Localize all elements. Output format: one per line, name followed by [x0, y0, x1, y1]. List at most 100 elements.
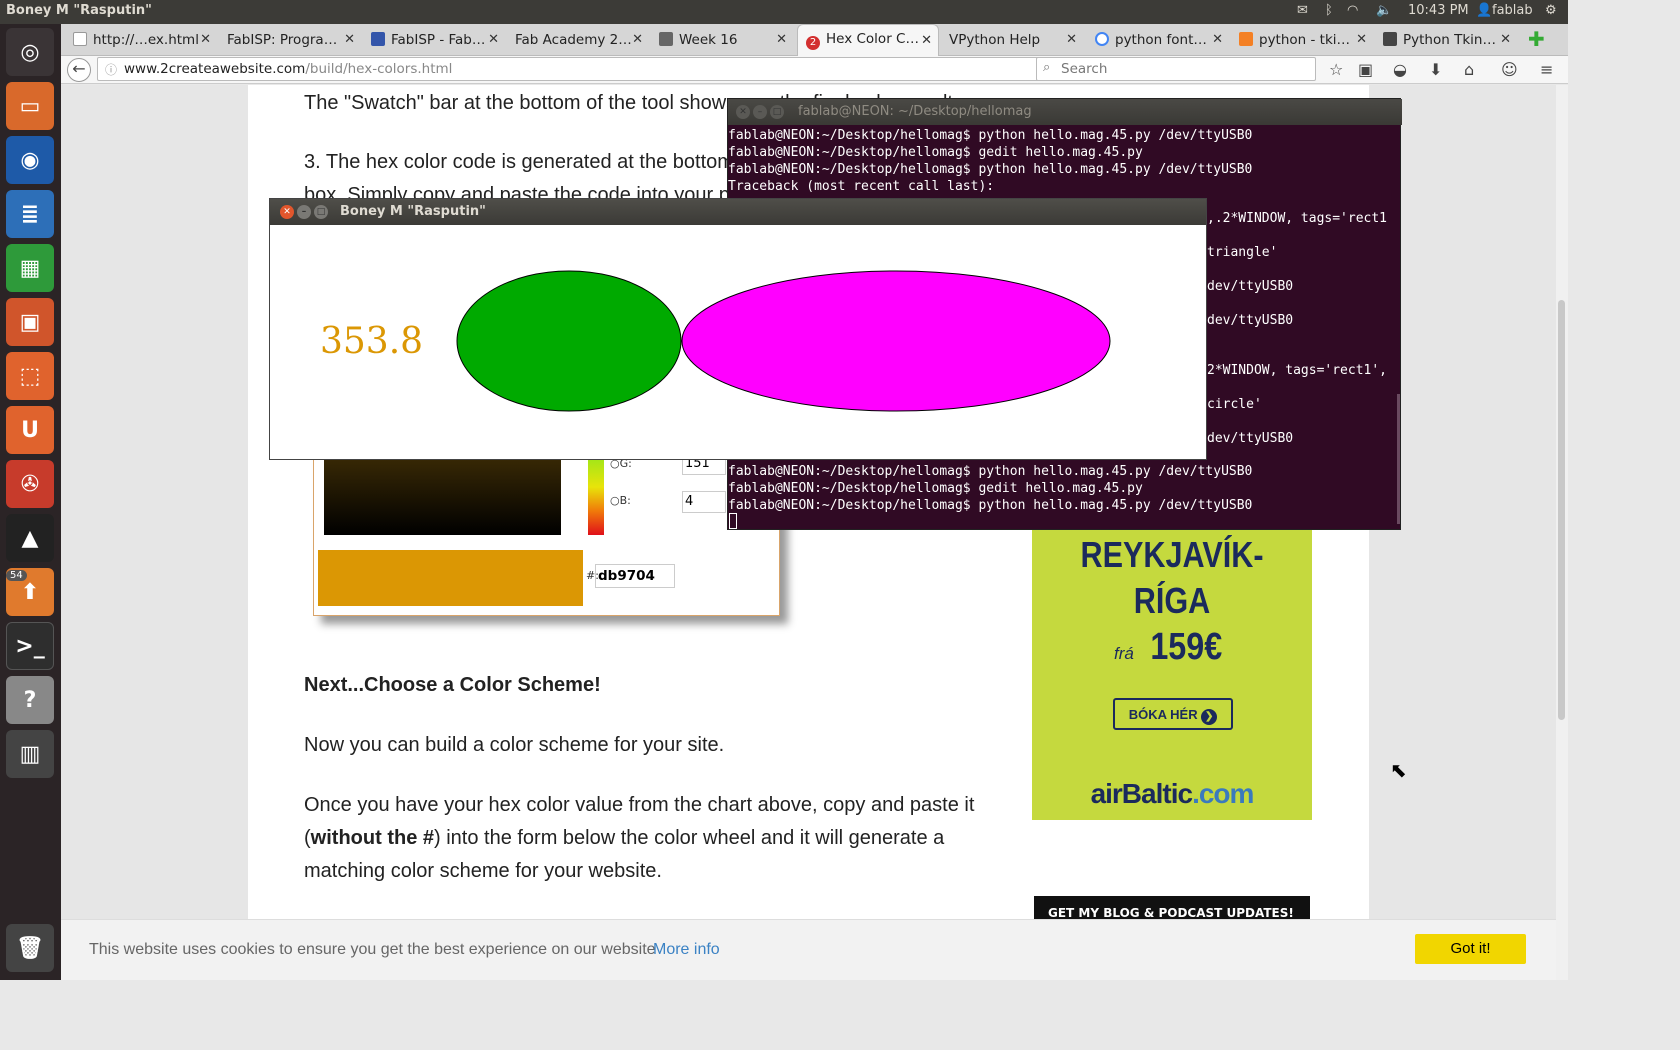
close-icon[interactable]: ✕: [344, 32, 355, 47]
close-icon[interactable]: ✕: [736, 105, 750, 119]
url-bar[interactable]: ⓘ www.2createawebsite.com/build/hex-colo…: [97, 57, 1093, 81]
home-icon[interactable]: ⌂: [1464, 60, 1474, 79]
bluetooth-icon[interactable]: ᛒ: [1325, 3, 1333, 18]
close-icon[interactable]: ✕: [632, 32, 643, 47]
grid-icon: [371, 32, 385, 46]
firefox-icon[interactable]: ◉: [6, 136, 54, 184]
blog-updates-bar[interactable]: GET MY BLOG & PODCAST UPDATES!: [1034, 896, 1310, 920]
terminal-line: dev/ttyUSB0: [1207, 313, 1294, 328]
terminal-line: dev/ttyUSB0: [1207, 279, 1294, 294]
bookmark-star-icon[interactable]: ☆: [1329, 60, 1343, 79]
b-value-field[interactable]: 4: [682, 491, 726, 513]
clock[interactable]: 10:43 PM: [1408, 3, 1469, 18]
b-radio[interactable]: ○B:: [610, 494, 631, 507]
updater-badge: 54: [6, 570, 27, 581]
minimize-icon[interactable]: –: [753, 105, 767, 119]
scroll-thumb[interactable]: [1558, 300, 1565, 720]
tab-4[interactable]: Fab Academy 2… ✕: [507, 24, 649, 56]
minimize-icon[interactable]: –: [297, 205, 311, 219]
gear-icon[interactable]: ⚙: [1545, 3, 1557, 18]
tab-label: python font…: [1115, 32, 1207, 48]
para-build-scheme: Now you can build a color scheme for you…: [304, 734, 725, 756]
tab-2[interactable]: FabISP: Progra… ✕: [219, 24, 361, 56]
tab-label: FabISP: Progra…: [227, 32, 338, 48]
color-gradient-square[interactable]: [324, 455, 561, 535]
terminal-title: fablab@NEON: ~/Desktop/hellomag: [798, 104, 1032, 119]
terminal-icon[interactable]: >_: [6, 622, 54, 670]
para-once-3: matching color scheme for your website.: [304, 860, 662, 882]
airbaltic-ad[interactable]: REYKJAVÍK- RÍGA frá 159€ BÓKA HÉR ❯ airB…: [1032, 528, 1312, 820]
b-label: B:: [619, 494, 631, 507]
system-settings-icon[interactable]: ✇: [6, 460, 54, 508]
ad-brand-tld: .com: [1192, 778, 1254, 809]
user-icon[interactable]: 👤: [1476, 3, 1492, 18]
terminal-line: fablab@NEON:~/Desktop/hellomag$ python h…: [728, 162, 1253, 177]
launcher: ◎ ▭ ◉ ≣ ▦ ▣ ⬚ U ✇ ▲ ⬆ 54 >_ ? ▥ 🗑: [0, 24, 61, 980]
maximize-icon[interactable]: □: [770, 105, 784, 119]
hex-field[interactable]: db9704: [595, 564, 675, 588]
terminal-scrollbar[interactable]: [1397, 394, 1400, 524]
bookmarks-menu-icon[interactable]: ▣: [1358, 60, 1373, 79]
terminal-line: fablab@NEON:~/Desktop/hellomag$ python h…: [728, 128, 1253, 143]
terminal-titlebar[interactable]: ✕ – □ fablab@NEON: ~/Desktop/hellomag: [728, 99, 1402, 125]
tk-canvas: [456, 270, 1111, 412]
downloads-icon[interactable]: ⬇: [1429, 60, 1442, 79]
ad-brand-name: airBaltic: [1090, 778, 1193, 809]
terminal-line: dev/ttyUSB0: [1207, 431, 1294, 446]
close-icon[interactable]: ✕: [1500, 32, 1511, 47]
tk-titlebar[interactable]: ✕ – □ Boney M "Rasputin": [270, 199, 1206, 225]
cookie-got-it-button[interactable]: Got it!: [1415, 934, 1526, 964]
tab-vpython[interactable]: VPython Help ✕: [941, 24, 1083, 56]
volume-icon[interactable]: 🔈: [1376, 3, 1392, 18]
wifi-icon[interactable]: ◠: [1347, 3, 1358, 18]
software-center-icon[interactable]: ⬚: [6, 352, 54, 400]
tab-hex-color[interactable]: 2 Hex Color C… ✕: [797, 24, 939, 56]
search-input[interactable]: ⌕ Search: [1036, 57, 1316, 81]
workspace-icon[interactable]: ▥: [6, 730, 54, 778]
hue-slider[interactable]: [588, 455, 604, 535]
terminal-line: ,.2*WINDOW, tags='rect1: [1207, 211, 1388, 226]
calc-icon[interactable]: ▦: [6, 244, 54, 292]
menu-icon[interactable]: ≡: [1540, 60, 1553, 79]
week-icon: [659, 32, 673, 46]
inkscape-icon[interactable]: ▲: [6, 514, 54, 562]
maximize-icon[interactable]: □: [314, 205, 328, 219]
para-once-2: (without the #) into the form below the …: [304, 822, 944, 855]
tab-python-tkin[interactable]: Python Tkin… ✕: [1375, 24, 1517, 56]
close-icon[interactable]: ✕: [488, 32, 499, 47]
tk-window[interactable]: ✕ – □ Boney M "Rasputin" 353.8: [269, 198, 1207, 460]
close-icon[interactable]: ✕: [200, 32, 211, 47]
cookie-more-info-link[interactable]: More info: [653, 941, 720, 959]
impress-icon[interactable]: ▣: [6, 298, 54, 346]
ubuntu-dash-icon[interactable]: ◎: [6, 28, 54, 76]
close-icon[interactable]: ✕: [280, 205, 294, 219]
page-scrollbar[interactable]: [1556, 85, 1568, 980]
pocket-icon[interactable]: ◒: [1393, 60, 1407, 79]
chat-icon[interactable]: ☺: [1501, 60, 1518, 79]
tab-python-tki[interactable]: python - tki… ✕: [1231, 24, 1373, 56]
mail-icon[interactable]: ✉: [1297, 3, 1308, 18]
active-window-title: Boney M "Rasputin": [6, 3, 152, 18]
new-tab-icon[interactable]: ✚: [1528, 27, 1545, 51]
close-icon[interactable]: ✕: [776, 32, 787, 47]
close-icon[interactable]: ✕: [1066, 32, 1077, 47]
tab-label: Python Tkin…: [1403, 32, 1496, 48]
url-path: /build/hex-colors.html: [305, 61, 453, 77]
tab-5[interactable]: Week 16 ✕: [651, 24, 793, 56]
ubuntu-one-icon[interactable]: U: [6, 406, 54, 454]
para-once-1: Once you have your hex color value from …: [304, 794, 975, 816]
files-icon[interactable]: ▭: [6, 82, 54, 130]
close-icon[interactable]: ✕: [1356, 32, 1367, 47]
back-icon[interactable]: ←: [67, 58, 91, 82]
help-icon[interactable]: ?: [6, 676, 54, 724]
tab-1[interactable]: http://…ex.html ✕: [65, 24, 217, 56]
user-name[interactable]: fablab: [1492, 3, 1533, 18]
writer-icon[interactable]: ≣: [6, 190, 54, 238]
close-icon[interactable]: ✕: [1212, 32, 1223, 47]
tab-python-font[interactable]: python font… ✕: [1087, 24, 1229, 56]
close-icon[interactable]: ✕: [921, 33, 932, 48]
trash-icon[interactable]: 🗑: [6, 924, 54, 972]
ad-book-button[interactable]: BÓKA HÉR ❯: [1113, 698, 1233, 730]
info-icon[interactable]: ⓘ: [105, 61, 117, 78]
tab-3[interactable]: FabISP - Fab… ✕: [363, 24, 505, 56]
